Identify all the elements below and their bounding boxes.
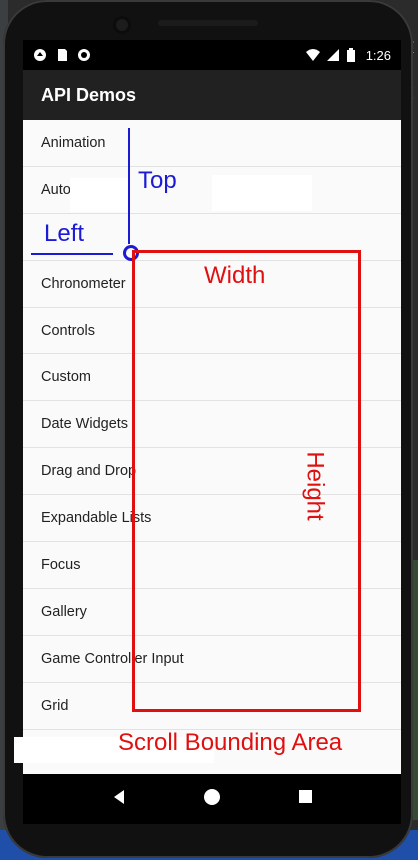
status-bar: 1:26	[23, 40, 401, 70]
status-time: 1:26	[365, 47, 391, 63]
page-title: API Demos	[41, 84, 137, 105]
recents-icon[interactable]	[298, 789, 313, 809]
top-indicator-line	[128, 128, 130, 244]
left-indicator-line	[31, 253, 113, 255]
top-label: Top	[138, 167, 177, 194]
battery-icon	[346, 48, 360, 62]
home-icon[interactable]	[203, 788, 221, 811]
list-item[interactable]: Animation	[23, 120, 401, 167]
redaction-block	[212, 175, 312, 211]
left-label: Left	[44, 220, 85, 247]
scroll-area-label: Scroll Bounding Area	[118, 729, 343, 756]
notification-icon	[33, 48, 47, 62]
redaction-block	[70, 178, 128, 212]
app-bar: API Demos	[23, 70, 401, 120]
width-label: Width	[204, 262, 266, 289]
navigation-bar	[23, 774, 401, 824]
sync-icon	[77, 48, 91, 62]
height-label: Height	[301, 451, 329, 521]
earpiece-speaker	[158, 20, 258, 26]
signal-icon	[326, 48, 340, 62]
wifi-icon	[305, 48, 320, 62]
back-icon[interactable]	[111, 789, 127, 810]
sd-card-icon	[55, 48, 69, 62]
front-camera	[113, 16, 131, 34]
